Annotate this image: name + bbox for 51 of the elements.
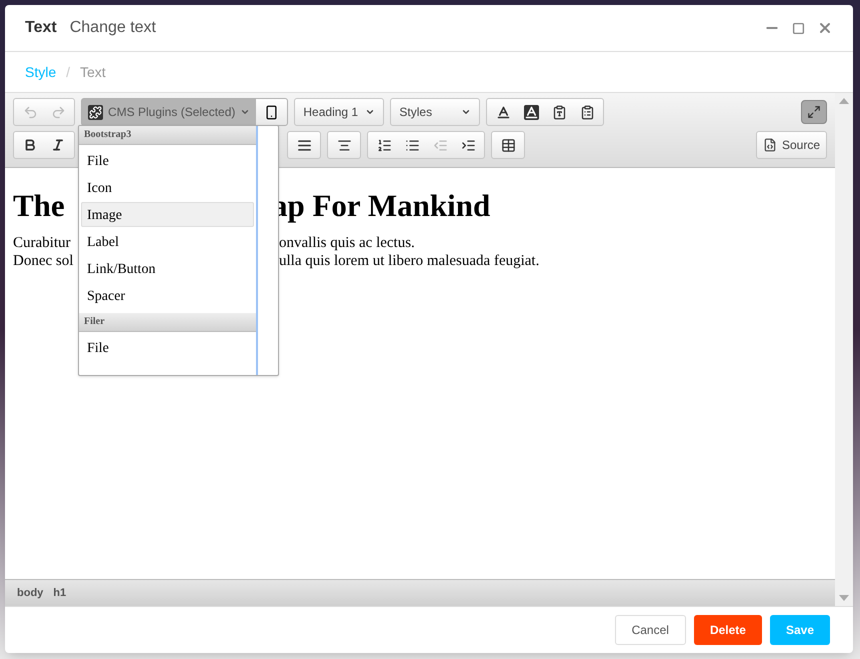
bold-icon bbox=[23, 138, 37, 152]
window-title: Text bbox=[25, 18, 57, 38]
clipboard-icon bbox=[580, 104, 595, 120]
menu-item[interactable]: File bbox=[81, 148, 254, 173]
numbered-icon bbox=[376, 138, 392, 152]
window-subtitle: Change text bbox=[70, 18, 156, 38]
maximize-button[interactable] bbox=[801, 100, 827, 124]
paragraph-text: onvallis quis ac lectus. bbox=[279, 234, 415, 252]
paragraph-text: Curabitur bbox=[13, 234, 70, 252]
breadcrumb-current: Text bbox=[80, 62, 106, 82]
menu-item[interactable]: File bbox=[81, 335, 254, 360]
expand-icon bbox=[807, 105, 821, 119]
menu-group-header: Filer bbox=[79, 313, 256, 332]
caret-icon bbox=[240, 107, 250, 117]
text-color-icon bbox=[496, 104, 511, 120]
cancel-button[interactable]: Cancel bbox=[614, 615, 686, 645]
code-file-icon bbox=[762, 138, 777, 152]
clipboard-icon bbox=[552, 104, 567, 120]
styles-dropdown[interactable]: Styles bbox=[390, 98, 480, 126]
align-center-icon bbox=[336, 138, 352, 152]
redo-icon bbox=[50, 104, 66, 120]
caret-icon bbox=[365, 107, 376, 117]
indent-icon bbox=[460, 138, 476, 152]
element-path-item[interactable]: body bbox=[17, 584, 44, 602]
delete-button[interactable]: Delete bbox=[694, 615, 762, 645]
menu-group-header: Bootstrap3 bbox=[79, 126, 256, 145]
breadcrumb-separator: / bbox=[66, 62, 70, 82]
paragraph-text: Donec sol bbox=[13, 252, 74, 270]
bulleted-icon bbox=[404, 138, 420, 152]
menu-item[interactable]: Image bbox=[81, 202, 254, 227]
element-path-item[interactable]: h1 bbox=[53, 584, 66, 602]
menu-item[interactable]: Link/Button bbox=[81, 256, 254, 281]
undo-icon bbox=[22, 104, 38, 120]
table-icon bbox=[500, 138, 516, 152]
puzzle-icon bbox=[88, 104, 103, 120]
widget-icon[interactable] bbox=[264, 104, 280, 120]
heading-text: The bbox=[13, 187, 65, 225]
outdent-icon bbox=[432, 138, 448, 152]
maximize-icon[interactable] bbox=[792, 22, 805, 34]
menu-item[interactable]: Spacer bbox=[81, 283, 254, 308]
paragraph-text: ulla quis lorem ut libero malesuada feugiat. bbox=[279, 252, 540, 270]
italic-icon bbox=[51, 138, 65, 152]
justify-icon bbox=[296, 138, 312, 152]
close-icon[interactable] bbox=[817, 20, 833, 36]
format-dropdown[interactable]: Heading 1 bbox=[294, 98, 384, 126]
source-button[interactable]: Source bbox=[756, 131, 827, 159]
menu-item[interactable]: Label bbox=[81, 229, 254, 254]
highlight-color-icon bbox=[524, 104, 539, 120]
plugins-dropdown[interactable]: CMS Plugins (Selected) bbox=[82, 99, 256, 125]
caret-icon bbox=[461, 107, 472, 117]
menu-item[interactable]: Icon bbox=[81, 175, 254, 200]
